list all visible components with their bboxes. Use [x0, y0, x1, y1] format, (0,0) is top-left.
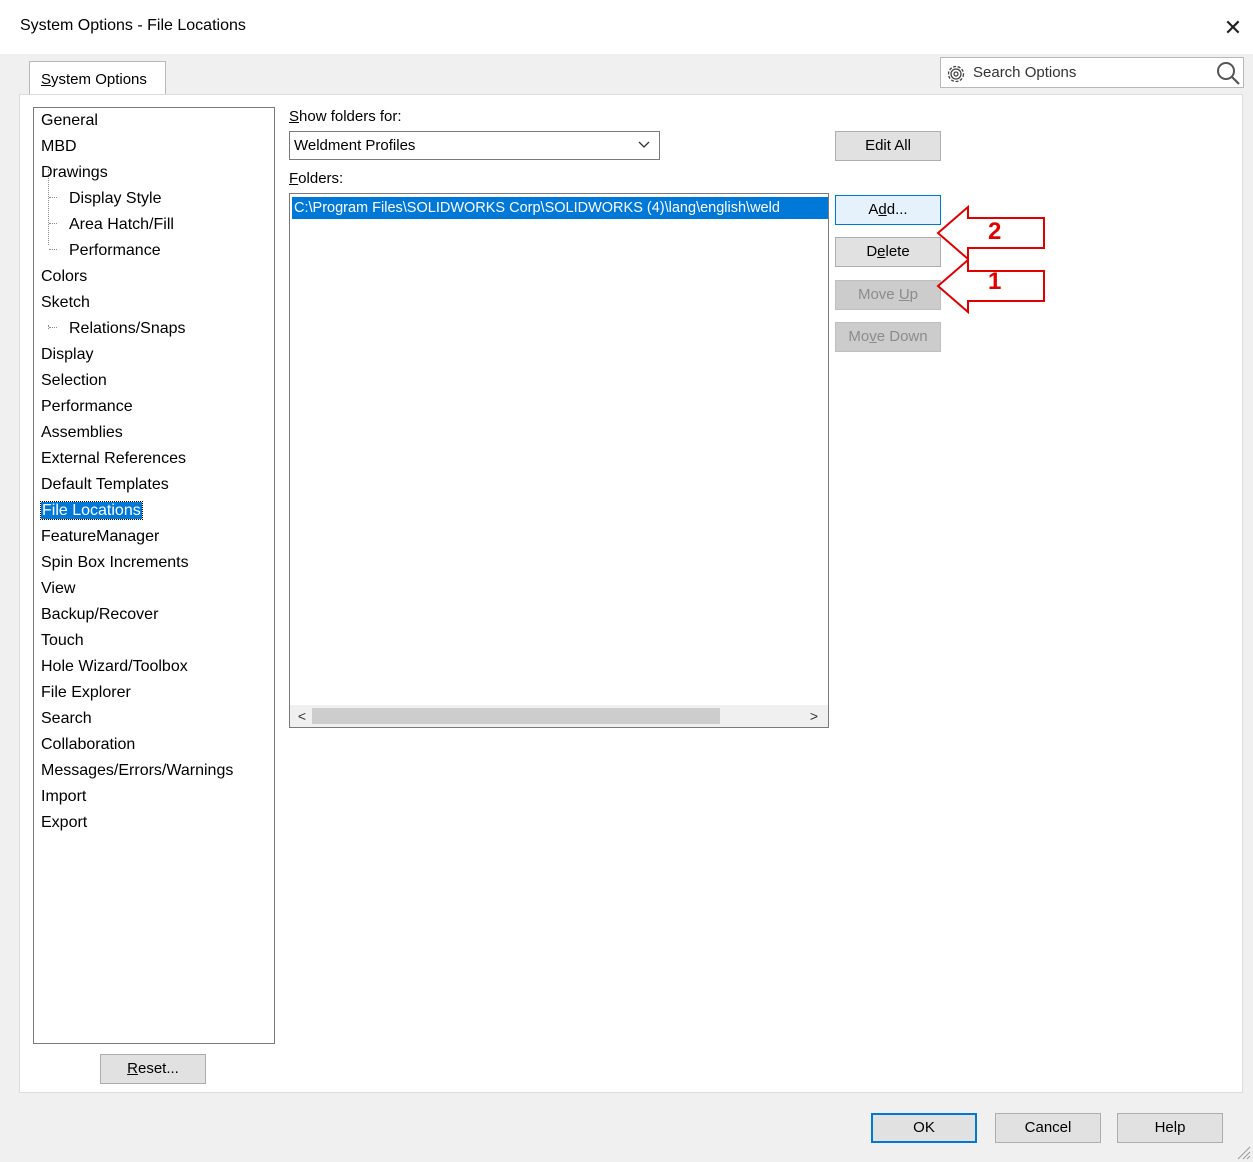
tree-item-area-hatch-fill[interactable]: Area Hatch/Fill [69, 213, 174, 237]
tree-item-drawings-performance[interactable]: Performance [69, 239, 161, 263]
tree-branch-line [49, 327, 57, 328]
reset-button[interactable]: Reset... [100, 1054, 206, 1084]
tree-item-sketch[interactable]: Sketch [41, 291, 90, 315]
tree-item-import[interactable]: Import [41, 785, 86, 809]
show-folders-value: Weldment Profiles [294, 137, 416, 154]
tree-branch-line [49, 197, 57, 198]
tree-item-selection[interactable]: Selection [41, 369, 107, 393]
tree-item-assemblies[interactable]: Assemblies [41, 421, 123, 445]
horizontal-scrollbar[interactable]: < > [290, 705, 828, 727]
tree-item-default-templates[interactable]: Default Templates [41, 473, 169, 497]
add-button[interactable]: Add... [835, 195, 941, 225]
ok-button[interactable]: OK [871, 1113, 977, 1143]
options-tree[interactable]: General MBD Drawings Display Style Area … [33, 107, 275, 1044]
tree-item-general[interactable]: General [41, 109, 98, 133]
search-options-box[interactable]: Search Options [940, 57, 1244, 88]
move-down-button[interactable]: Move Down [835, 322, 941, 352]
folders-list[interactable]: C:\Program Files\SOLIDWORKS Corp\SOLIDWO… [289, 193, 829, 728]
tree-item-featuremanager[interactable]: FeatureManager [41, 525, 159, 549]
tree-item-file-locations[interactable]: File Locations [40, 499, 143, 523]
search-icon[interactable] [1215, 60, 1241, 86]
help-button[interactable]: Help [1117, 1113, 1223, 1143]
list-item[interactable]: C:\Program Files\SOLIDWORKS Corp\SOLIDWO… [292, 197, 828, 219]
tree-item-relations-snaps[interactable]: Relations/Snaps [69, 317, 186, 341]
folders-label: Folders: [289, 170, 344, 187]
callout-number: 1 [988, 268, 1002, 295]
tree-item-display-style[interactable]: Display Style [69, 187, 161, 211]
scroll-left-icon[interactable]: < [294, 708, 310, 724]
scroll-right-icon[interactable]: > [806, 708, 822, 724]
tree-item-collaboration[interactable]: Collaboration [41, 733, 135, 757]
tree-item-mbd[interactable]: MBD [41, 135, 77, 159]
callout-number: 2 [988, 218, 1002, 245]
system-options-dialog: System Options - File Locations ✕ System… [0, 0, 1253, 1162]
move-up-button[interactable]: Move Up [835, 280, 941, 310]
tree-branch-line [49, 249, 57, 250]
show-folders-label: Show folders for: [289, 108, 402, 125]
scrollbar-thumb[interactable] [312, 708, 720, 724]
delete-button[interactable]: Delete [835, 237, 941, 267]
callout-arrow-2: 2 [936, 204, 1048, 266]
gear-icon [947, 65, 965, 83]
tree-item-hole-wizard-toolbox[interactable]: Hole Wizard/Toolbox [41, 655, 188, 679]
tree-item-external-references[interactable]: External References [41, 447, 186, 471]
tree-item-performance[interactable]: Performance [41, 395, 133, 419]
tree-item-export[interactable]: Export [41, 811, 87, 835]
search-input[interactable]: Search Options [973, 64, 1076, 81]
resize-grip-icon[interactable] [1235, 1144, 1251, 1160]
callout-arrow-1: 1 [936, 257, 1048, 319]
tree-item-backup-recover[interactable]: Backup/Recover [41, 603, 158, 627]
tree-item-search[interactable]: Search [41, 707, 92, 731]
title-bar: System Options - File Locations ✕ [0, 0, 1253, 54]
tree-item-touch[interactable]: Touch [41, 629, 84, 653]
tree-item-drawings[interactable]: Drawings [41, 161, 108, 185]
tree-item-view[interactable]: View [41, 577, 75, 601]
tree-item-messages-errors-warnings[interactable]: Messages/Errors/Warnings [41, 759, 233, 783]
tree-item-display[interactable]: Display [41, 343, 93, 367]
chevron-down-icon [638, 141, 650, 148]
window-title: System Options - File Locations [20, 17, 246, 34]
tree-branch-line [49, 223, 57, 224]
tree-item-colors[interactable]: Colors [41, 265, 87, 289]
show-folders-dropdown[interactable]: Weldment Profiles [289, 131, 660, 160]
close-icon[interactable]: ✕ [1213, 8, 1253, 48]
tree-item-spin-box-increments[interactable]: Spin Box Increments [41, 551, 189, 575]
tab-accel: S [41, 71, 52, 88]
cancel-button[interactable]: Cancel [995, 1113, 1101, 1143]
edit-all-button[interactable]: Edit All [835, 131, 941, 161]
tab-label: ystem Options [51, 71, 147, 88]
tree-item-file-explorer[interactable]: File Explorer [41, 681, 131, 705]
tab-system-options[interactable]: System Options [29, 61, 166, 96]
